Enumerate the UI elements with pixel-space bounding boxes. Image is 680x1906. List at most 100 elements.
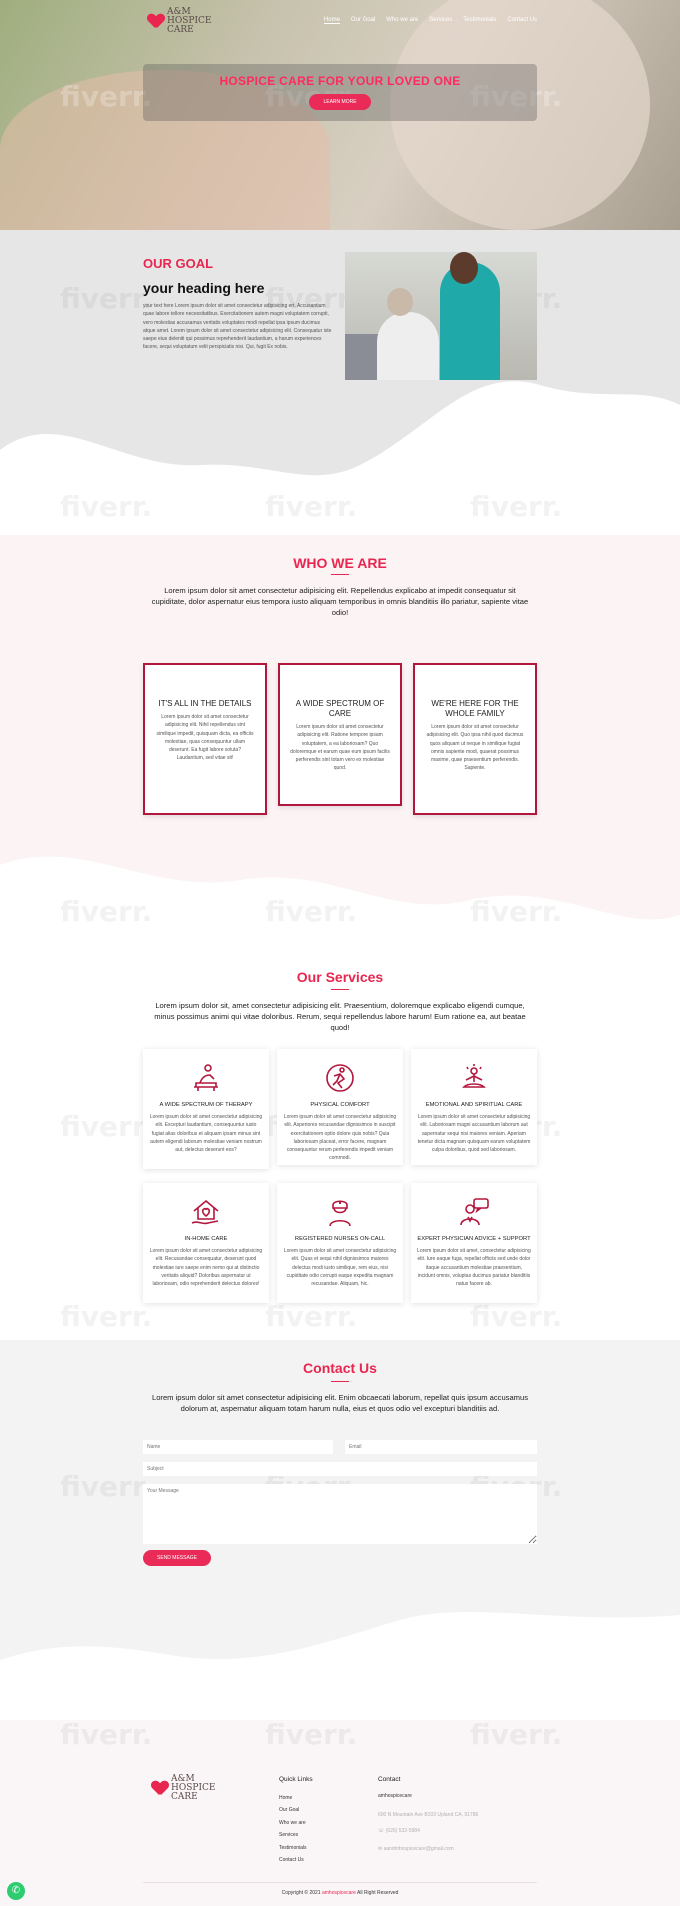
goal-kicker: OUR GOAL <box>143 256 214 271</box>
watermark: fiverr. <box>265 895 358 928</box>
services-paragraph: Lorem ipsum dolor sit, amet consectetur … <box>154 1001 526 1032</box>
copyright-suffix: All Right Reserved <box>357 1890 399 1896</box>
goal-heading: your heading here <box>143 280 265 296</box>
name-field[interactable] <box>143 1440 333 1454</box>
learn-more-button[interactable]: LEARN MORE <box>309 94 371 110</box>
card-text: Lorem ipsum dolor sit amet consectetur a… <box>426 724 524 772</box>
service-text: Lorem ipsum dolor sit amet consectetur a… <box>417 1114 531 1154</box>
heart-icon <box>148 14 164 30</box>
footer-logo[interactable]: A&M HOSPICE CARE <box>152 1775 215 1802</box>
hero-section: fiverr. fiverr. fiverr. A&M HOSPICE CARE… <box>0 0 680 230</box>
email-text: aandmhospicecare@gmail.com <box>383 1846 454 1852</box>
logo-text: CARE <box>167 25 194 35</box>
copyright-brand-link[interactable]: amhospicecare <box>322 1890 356 1896</box>
nav-who-we-are[interactable]: Who we are <box>386 17 418 24</box>
contact-section: fiverr. fiverr. fiverr. Contact Us Lorem… <box>0 1340 680 1720</box>
services-title: Our Services <box>296 969 384 985</box>
footer-link-services[interactable]: Services <box>279 1832 298 1838</box>
hero-banner: HOSPICE CARE FOR YOUR LOVED ONE LEARN MO… <box>143 64 537 121</box>
service-card-nurses: REGISTERED NURSES ON-CALL Lorem ipsum do… <box>277 1183 403 1303</box>
title-divider <box>331 989 349 990</box>
watermark: fiverr. <box>60 1470 153 1503</box>
logo-text: CARE <box>171 1792 198 1802</box>
service-title: EXPERT PHYSICIAN ADVICE + SUPPORT <box>417 1236 531 1242</box>
copyright: Copyright © 2021 amhospicecare All Right… <box>0 1890 680 1896</box>
heart-icon <box>152 1781 168 1797</box>
footer-contact-name: amhospicecare <box>378 1793 412 1799</box>
nav-contact-us[interactable]: Contact Us <box>507 17 537 24</box>
footer-divider <box>143 1882 537 1883</box>
service-text: Lorem ipsum dolor sit amet consectetur a… <box>149 1114 263 1154</box>
home-care-icon <box>191 1199 219 1225</box>
physical-activity-icon <box>326 1064 354 1092</box>
nav-our-goal[interactable]: Our Goal <box>351 17 375 24</box>
watermark: fiverr. <box>60 1110 153 1143</box>
card-text: Lorem ipsum dolor sit amet consectetur a… <box>290 724 390 772</box>
who-card-details: IT'S ALL IN THE DETAILS Lorem ipsum dolo… <box>143 663 267 815</box>
logo[interactable]: A&M HOSPICE CARE <box>148 8 211 35</box>
massage-therapy-icon <box>194 1064 218 1091</box>
quick-links-title: Quick Links <box>279 1776 313 1783</box>
footer: fiverr. fiverr. fiverr. A&M HOSPICE CARE… <box>0 1720 680 1906</box>
who-card-family: WE'RE HERE FOR THE WHOLE FAMILY Lorem ip… <box>413 663 537 815</box>
service-card-physician: EXPERT PHYSICIAN ADVICE + SUPPORT Lorem … <box>411 1183 537 1303</box>
contact-info-title: Contact <box>378 1776 401 1783</box>
service-card-therapy: A WIDE SPECTRUM OF THERAPY Lorem ipsum d… <box>143 1049 269 1169</box>
service-text: Lorem ipsum dolor sit amet consectetur a… <box>283 1114 397 1162</box>
watermark: fiverr. <box>470 1300 563 1333</box>
watermark: fiverr. <box>60 490 153 523</box>
nav-testimonials[interactable]: Testimonials <box>463 17 496 24</box>
physician-chat-icon <box>460 1198 489 1226</box>
card-title: IT'S ALL IN THE DETAILS <box>158 699 252 708</box>
title-divider <box>331 1381 349 1382</box>
footer-link-who-we-are[interactable]: Who we are <box>279 1820 306 1826</box>
title-divider <box>331 574 349 575</box>
meditation-icon <box>462 1064 486 1088</box>
footer-link-home[interactable]: Home <box>279 1795 292 1801</box>
watermark: fiverr. <box>60 282 153 315</box>
contact-paragraph: Lorem ipsum dolor sit amet consectetur a… <box>151 1393 529 1413</box>
watermark: fiverr. <box>60 1720 153 1751</box>
who-card-spectrum: A WIDE SPECTRUM OF CARE Lorem ipsum dolo… <box>278 663 402 806</box>
footer-link-testimonials[interactable]: Testimonials <box>279 1845 307 1851</box>
footer-link-our-goal[interactable]: Our Goal <box>279 1807 299 1813</box>
watermark: fiverr. <box>60 80 153 113</box>
email-field[interactable] <box>345 1440 537 1454</box>
nav-home[interactable]: Home <box>323 17 340 24</box>
service-title: PHYSICAL COMFORT <box>310 1102 370 1108</box>
service-card-emotional-care: EMOTIONAL AND SPIRITUAL CARE Lorem ipsum… <box>411 1049 537 1165</box>
service-title: REGISTERED NURSES ON-CALL <box>294 1236 386 1242</box>
goal-paragraph: your text here Lorem ipsum dolor sit ame… <box>143 303 332 351</box>
watermark: fiverr. <box>265 1300 358 1333</box>
footer-link-contact-us[interactable]: Contact Us <box>279 1857 304 1863</box>
caregiver-photo <box>345 252 537 380</box>
watermark: fiverr. <box>265 490 358 523</box>
watermark: fiverr. <box>60 1300 153 1333</box>
card-text: Lorem ipsum dolor sit amet consectetur a… <box>156 714 254 762</box>
nav-services[interactable]: Services <box>429 17 452 24</box>
service-title: IN-HOME CARE <box>184 1236 228 1242</box>
service-card-in-home: IN-HOME CARE Lorem ipsum dolor sit amet … <box>143 1183 269 1303</box>
who-we-are-section: fiverr. fiverr. fiverr. WHO WE ARE Lorem… <box>0 535 680 955</box>
service-title: A WIDE SPECTRUM OF THERAPY <box>159 1102 253 1108</box>
footer-phone: ☏ (626) 532-5984 <box>378 1828 420 1834</box>
who-we-are-title: WHO WE ARE <box>293 555 387 571</box>
footer-address: 600 N Mountain Ave B103 Upland CA, 91786 <box>378 1812 479 1818</box>
service-text: Lorem ipsum dolor sit amet consectetur a… <box>149 1248 263 1288</box>
hero-title: HOSPICE CARE FOR YOUR LOVED ONE <box>219 74 461 88</box>
who-we-are-paragraph: Lorem ipsum dolor sit amet consectetur a… <box>151 586 529 617</box>
phone-text: (626) 532-5984 <box>385 1828 420 1834</box>
whatsapp-icon[interactable]: ✆ <box>7 1882 25 1900</box>
card-title: A WIDE SPECTRUM OF CARE <box>295 699 385 718</box>
watermark: fiverr. <box>60 895 153 928</box>
service-title: EMOTIONAL AND SPIRITUAL CARE <box>425 1102 523 1108</box>
subject-field[interactable] <box>143 1462 537 1476</box>
our-goal-section: fiverr. fiverr. fiverr. fiverr. fiverr. … <box>0 230 680 535</box>
card-title: WE'RE HERE FOR THE WHOLE FAMILY <box>431 699 519 718</box>
contact-title: Contact Us <box>303 1360 377 1376</box>
services-section: fiverr. fiverr. fiverr. fiverr. fiverr. … <box>0 955 680 1340</box>
message-field[interactable] <box>143 1484 537 1544</box>
service-text: Lorem ipsum dolor sit amet consectetur a… <box>283 1248 397 1288</box>
send-message-button[interactable]: SEND MESSAGE <box>143 1550 212 1566</box>
footer-email[interactable]: ✉ aandmhospicecare@gmail.com <box>378 1846 454 1852</box>
